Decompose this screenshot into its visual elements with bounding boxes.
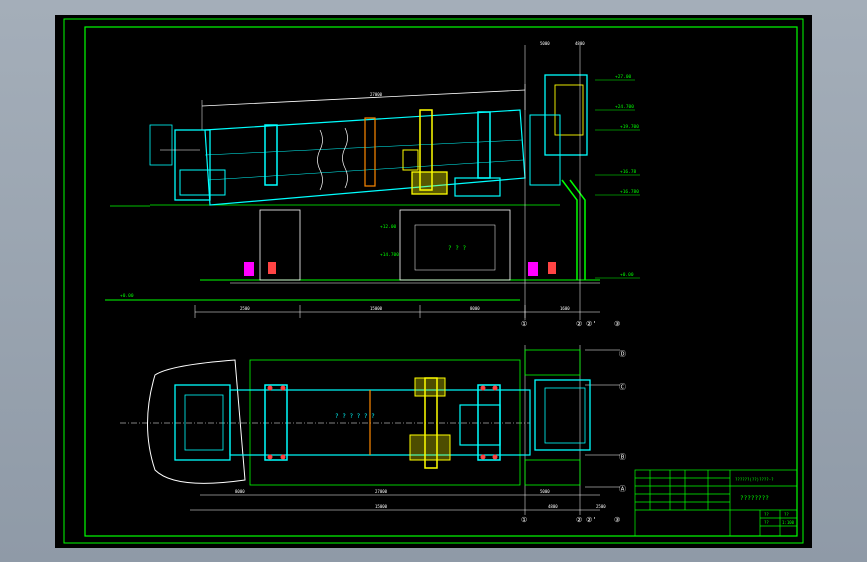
cad-viewport: +27.00 +24.700 +19.700 +16.78 +16.780 +1… <box>0 0 867 562</box>
elevation-mark-6: +12.00 <box>380 224 397 230</box>
plan-axis-1: ① <box>521 516 527 524</box>
elevation-axis-2p: ②' <box>586 320 597 328</box>
elevation-dim-6: 1600 <box>560 306 570 311</box>
elevation-mark-8: +0.00 <box>120 293 134 299</box>
title-cell-1: ?? <box>764 512 769 517</box>
plan-dim-6: 2500 <box>596 504 606 509</box>
plan-axis-3: ③ <box>614 516 620 524</box>
cad-drawing[interactable]: +27.00 +24.700 +19.700 +16.78 +16.780 +1… <box>0 0 867 562</box>
plan-axis-c: Ⓒ <box>619 383 626 391</box>
plan-dim-4: 5000 <box>540 489 550 494</box>
title-project: ???????? <box>740 495 769 502</box>
elevation-dim-3: 27000 <box>370 92 383 97</box>
plan-axis-d: Ⓓ <box>619 350 626 358</box>
elevation-axis-1: ① <box>521 320 527 328</box>
title-cell-3: ?? <box>764 520 769 525</box>
plan-dim-3: 8000 <box>235 489 245 494</box>
elevation-mark-2: +24.700 <box>615 104 634 110</box>
elevation-dim-4: 15000 <box>370 306 383 311</box>
elevation-mark-3: +19.700 <box>620 124 639 130</box>
plan-dim-2: 15000 <box>375 504 388 509</box>
elevation-mark-9: +0.00 <box>620 272 634 278</box>
elevation-mark-5: +16.780 <box>620 189 639 195</box>
elevation-mark-1: +27.00 <box>615 74 632 80</box>
title-subtitle: ??????(??)????-? <box>735 477 774 482</box>
plan-axis-2p: ②' <box>586 516 597 524</box>
plan-axis-a: Ⓐ <box>619 485 626 493</box>
title-cell-2: ?? <box>784 512 789 517</box>
title-cell-4: 1:100 <box>782 520 795 525</box>
plan-dim-5: 4800 <box>548 504 558 509</box>
elevation-dim-5: 2500 <box>240 306 250 311</box>
plan-axis-2: ② <box>576 516 582 524</box>
elevation-dim-7: 8000 <box>470 306 480 311</box>
elevation-axis-3: ③ <box>614 320 620 328</box>
plan-mid-label: ? ? ? ? ? ? <box>335 413 375 420</box>
plan-dim-1: 27000 <box>375 489 388 494</box>
elevation-mark-4: +16.78 <box>620 169 637 175</box>
plan-axis-b: Ⓑ <box>619 453 626 461</box>
elevation-center-label: ? ? ? <box>448 245 466 252</box>
elevation-dim-1: 5000 <box>540 41 550 46</box>
elevation-dim-2: 4800 <box>575 41 585 46</box>
elevation-axis-2: ② <box>576 320 582 328</box>
elevation-mark-7: +14.700 <box>380 252 399 258</box>
